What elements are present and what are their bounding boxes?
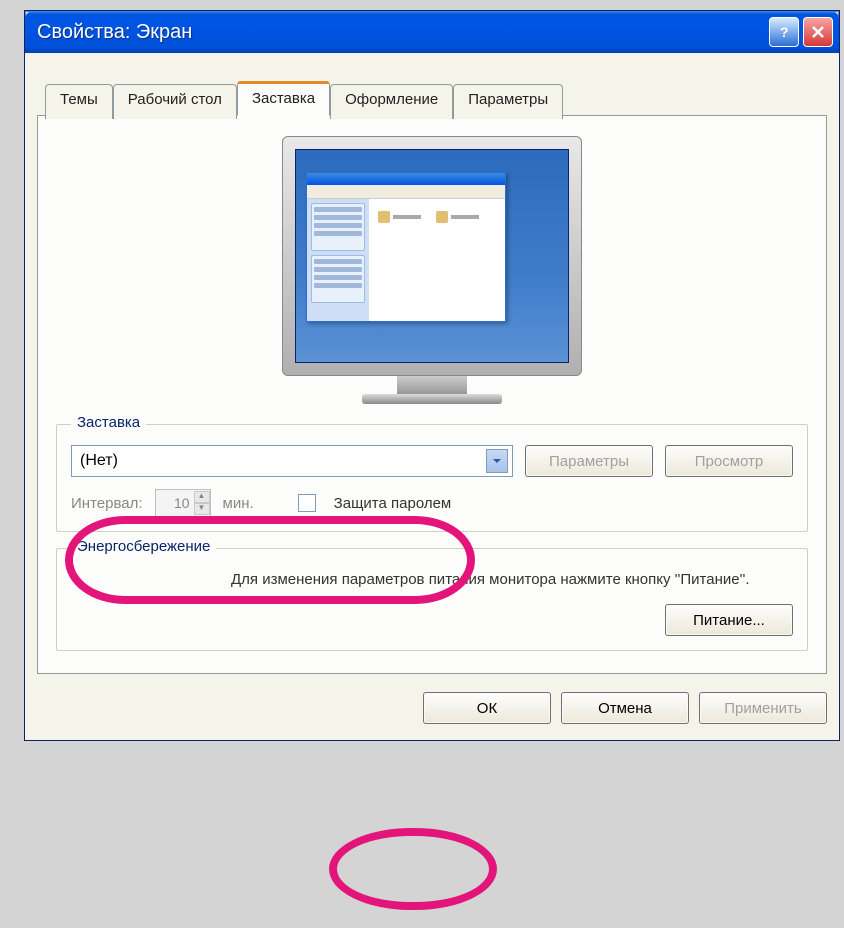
screensaver-group: Заставка (Нет) Параметры Просмотр Интерв… [56, 424, 808, 532]
ok-button[interactable]: ОК [423, 692, 551, 724]
power-group: Энергосбережение Для изменения параметро… [56, 548, 808, 651]
power-group-label: Энергосбережение [71, 538, 216, 555]
interval-unit: мин. [223, 495, 254, 512]
interval-label: Интервал: [71, 495, 143, 512]
tab-panel-screensaver: Заставка (Нет) Параметры Просмотр Интерв… [37, 115, 827, 674]
cancel-button[interactable]: Отмена [561, 692, 689, 724]
power-button[interactable]: Питание... [665, 604, 793, 636]
screensaver-preview-button[interactable]: Просмотр [665, 445, 793, 477]
screensaver-settings-button[interactable]: Параметры [525, 445, 653, 477]
screensaver-dropdown[interactable]: (Нет) [71, 445, 513, 477]
screensaver-group-label: Заставка [71, 414, 146, 431]
tab-desktop[interactable]: Рабочий стол [113, 84, 237, 119]
tab-settings[interactable]: Параметры [453, 84, 563, 119]
svg-text:?: ? [780, 24, 789, 40]
close-button[interactable] [803, 17, 833, 47]
titlebar[interactable]: Свойства: Экран ? [25, 11, 839, 53]
chevron-down-icon[interactable] [486, 449, 508, 473]
spinner-up-icon[interactable]: ▲ [194, 491, 210, 503]
display-properties-window: Свойства: Экран ? Темы Рабочий стол Заст… [24, 10, 840, 741]
password-label: Защита паролем [334, 495, 452, 512]
interval-spinner[interactable]: 10 ▲ ▼ [155, 489, 211, 517]
annotation-highlight-ok [329, 828, 497, 910]
spinner-down-icon[interactable]: ▼ [194, 503, 210, 515]
tab-themes[interactable]: Темы [45, 84, 113, 119]
screensaver-selected: (Нет) [80, 452, 118, 470]
tab-screensaver[interactable]: Заставка [237, 81, 330, 116]
tabstrip: Темы Рабочий стол Заставка Оформление Па… [37, 81, 827, 116]
power-description: Для изменения параметров питания монитор… [231, 569, 793, 590]
help-button[interactable]: ? [769, 17, 799, 47]
apply-button[interactable]: Применить [699, 692, 827, 724]
window-title: Свойства: Экран [37, 21, 769, 44]
dialog-buttons: ОК Отмена Применить [37, 692, 827, 724]
interval-value: 10 [156, 495, 194, 511]
monitor-preview [282, 136, 582, 404]
password-checkbox[interactable] [298, 494, 316, 512]
tab-appearance[interactable]: Оформление [330, 84, 453, 119]
